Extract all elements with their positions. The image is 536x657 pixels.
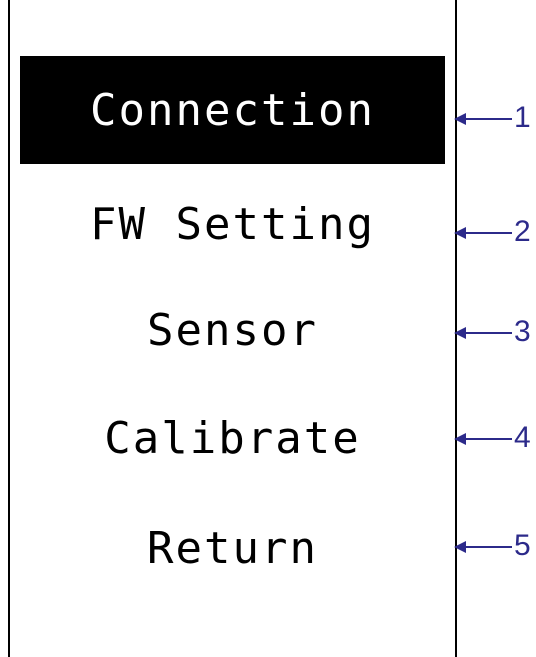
callout-1: 1 xyxy=(454,101,536,134)
callout-line xyxy=(464,438,512,440)
device-screen: Connection FW Setting Sensor Calibrate R… xyxy=(8,0,457,657)
menu-item-label: Return xyxy=(147,522,318,574)
callout-5: 5 xyxy=(454,529,536,562)
menu-item-return[interactable]: Return xyxy=(20,516,445,580)
callout-number: 3 xyxy=(514,315,531,348)
menu-item-connection[interactable]: Connection xyxy=(20,56,445,164)
figure: Connection FW Setting Sensor Calibrate R… xyxy=(0,0,536,657)
menu-item-fw-setting[interactable]: FW Setting xyxy=(20,192,445,256)
menu-item-label: FW Setting xyxy=(90,198,375,250)
menu-item-calibrate[interactable]: Calibrate xyxy=(20,406,445,470)
callout-number: 4 xyxy=(514,421,531,454)
callout-line xyxy=(464,118,512,120)
callout-number: 5 xyxy=(514,529,531,562)
callout-line xyxy=(464,546,512,548)
callout-2: 2 xyxy=(454,215,536,248)
menu-item-label: Calibrate xyxy=(104,412,361,464)
callout-4: 4 xyxy=(454,421,536,454)
menu-item-sensor[interactable]: Sensor xyxy=(20,298,445,362)
callout-number: 1 xyxy=(514,101,531,134)
callout-line xyxy=(464,332,512,334)
callout-number: 2 xyxy=(514,215,531,248)
callout-line xyxy=(464,232,512,234)
callout-3: 3 xyxy=(454,315,536,348)
menu-item-label: Connection xyxy=(90,84,375,136)
menu-item-label: Sensor xyxy=(147,304,318,356)
